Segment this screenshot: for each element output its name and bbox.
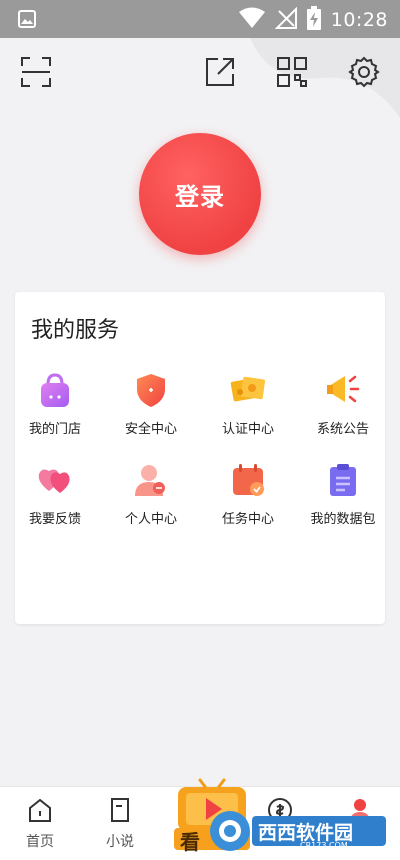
service-feedback[interactable]: 我要反馈 — [9, 460, 101, 527]
service-label: 系统公告 — [316, 422, 369, 437]
service-label: 任务中心 — [221, 512, 274, 527]
service-system-announcement[interactable]: 系统公告 — [297, 370, 389, 437]
login-button[interactable]: 登录 — [139, 133, 261, 255]
services-title: 我的服务 — [31, 318, 120, 343]
no-signal-icon — [274, 6, 297, 33]
nav-label: 看 — [180, 830, 200, 854]
service-label: 我的数据包 — [310, 512, 376, 527]
service-certification-center[interactable]: 认证中心 — [202, 370, 294, 437]
qrcode-icon[interactable] — [272, 52, 312, 92]
scan-icon[interactable] — [16, 52, 56, 92]
share-icon[interactable] — [200, 52, 240, 92]
shield-icon — [131, 370, 171, 410]
service-personal-center[interactable]: 个人中心 — [105, 460, 197, 527]
service-label: 认证中心 — [221, 422, 274, 437]
service-label: 安全中心 — [124, 422, 177, 437]
nav-label: 首页 — [26, 834, 54, 850]
top-toolbar — [0, 52, 400, 96]
home-icon — [29, 798, 51, 822]
service-label: 个人中心 — [124, 512, 177, 527]
service-task-center[interactable]: 任务中心 — [202, 460, 294, 527]
status-time: 10:28 — [330, 9, 388, 31]
bag-icon — [35, 370, 75, 410]
service-label: 我要反馈 — [28, 512, 81, 527]
wifi-icon — [238, 7, 265, 33]
battery-charging-icon — [306, 6, 321, 34]
megaphone-icon — [323, 370, 363, 410]
service-my-store[interactable]: 我的门店 — [9, 370, 101, 437]
certificate-icon — [228, 370, 268, 410]
service-security-center[interactable]: 安全中心 — [105, 370, 197, 437]
calendar-check-icon — [228, 460, 268, 500]
person-icon — [131, 460, 171, 500]
watermark-subtext: CR173.COM — [300, 841, 348, 850]
status-bar: 10:28 — [0, 0, 400, 38]
watermark-logo: 西西软件园 CR173.COM — [200, 808, 388, 854]
nav-label: 小说 — [106, 834, 134, 850]
nav-item-novel[interactable]: 小说 — [90, 797, 150, 851]
services-card: 我的服务 我的门店 安全中心 认证中心 系统公告 我要反馈 个人中心 任务中心 … — [15, 292, 385, 624]
hearts-icon — [35, 460, 75, 500]
service-label: 我的门店 — [28, 422, 81, 437]
clipboard-icon — [323, 460, 363, 500]
settings-icon[interactable] — [344, 52, 384, 92]
login-label: 登录 — [175, 182, 225, 211]
service-my-data-package[interactable]: 我的数据包 — [297, 460, 389, 527]
gallery-notification-icon — [18, 10, 36, 32]
book-icon — [111, 798, 129, 822]
nav-item-home[interactable]: 首页 — [10, 797, 70, 851]
